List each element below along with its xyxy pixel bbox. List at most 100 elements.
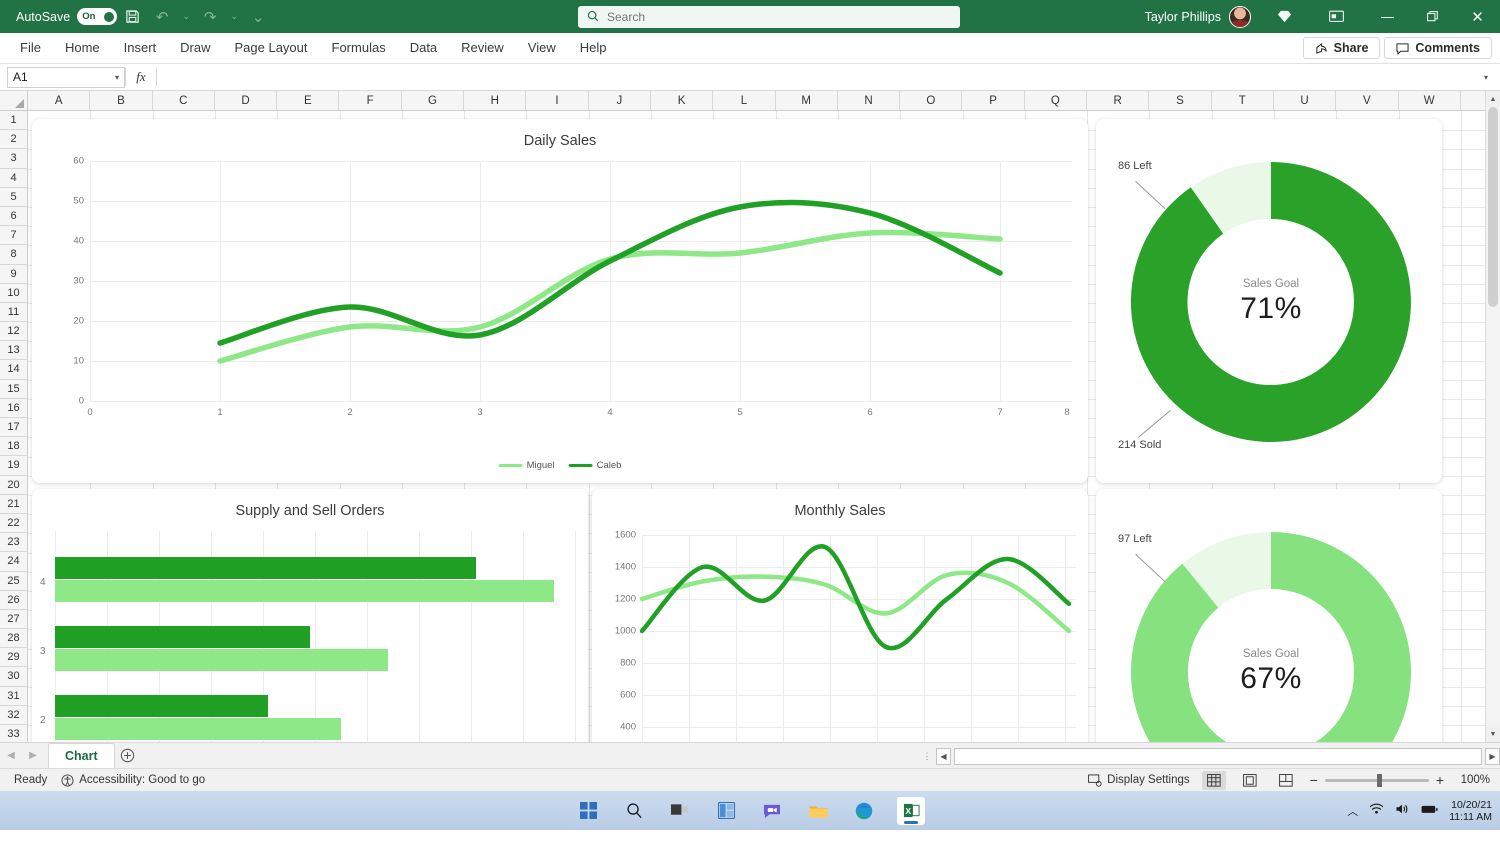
bar-sell-3[interactable]: [55, 649, 388, 671]
bar-sell-4[interactable]: [55, 580, 554, 602]
battery-icon[interactable]: [1421, 804, 1438, 818]
row-header-19[interactable]: 19: [0, 456, 27, 476]
column-header-v[interactable]: V: [1336, 91, 1399, 110]
column-header-i[interactable]: I: [526, 91, 589, 110]
sheet-tab-chart[interactable]: Chart: [48, 743, 115, 768]
ribbon-display-options-icon[interactable]: [1321, 2, 1351, 32]
row-header-9[interactable]: 9: [0, 264, 27, 284]
split-handle[interactable]: ⋮: [921, 751, 933, 760]
row-header-32[interactable]: 32: [0, 705, 27, 725]
row-header-23[interactable]: 23: [0, 533, 27, 553]
column-header-w[interactable]: W: [1398, 91, 1461, 110]
row-header-22[interactable]: 22: [0, 513, 27, 534]
row-header-11[interactable]: 11: [0, 302, 27, 323]
bar-supply-4[interactable]: [55, 557, 476, 579]
tab-view[interactable]: View: [517, 35, 567, 61]
name-box[interactable]: A1 ▾: [7, 66, 125, 88]
row-header-16[interactable]: 16: [0, 398, 27, 418]
show-hidden-icons-icon[interactable]: ︿: [1347, 803, 1358, 819]
page-break-view-icon[interactable]: [1274, 771, 1298, 790]
widgets-icon[interactable]: [713, 798, 739, 824]
column-header-c[interactable]: C: [152, 91, 215, 110]
search-icon[interactable]: [621, 798, 647, 824]
scroll-down-icon[interactable]: ▼: [1486, 726, 1500, 742]
autosave-toggle[interactable]: On: [77, 8, 118, 25]
legend-item-miguel[interactable]: Miguel: [498, 460, 555, 471]
add-sheet-icon[interactable]: [115, 748, 141, 763]
chart-card-sales-goal-1[interactable]: Sales Goal 71% 86 Left 214 Sold: [1096, 119, 1442, 483]
zoom-slider[interactable]: − +: [1310, 772, 1444, 788]
tab-page-layout[interactable]: Page Layout: [224, 35, 319, 61]
avatar[interactable]: [1229, 5, 1251, 28]
chevron-left-icon[interactable]: ◀: [0, 750, 22, 761]
row-header-20[interactable]: 20: [0, 475, 27, 495]
formula-input[interactable]: [157, 66, 1475, 88]
zoom-level[interactable]: 100%: [1456, 774, 1490, 786]
tab-data[interactable]: Data: [399, 35, 448, 61]
scrollbar-thumb[interactable]: [1488, 107, 1498, 307]
row-header-18[interactable]: 18: [0, 437, 27, 457]
row-header-2[interactable]: 2: [0, 130, 27, 150]
tab-home[interactable]: Home: [54, 35, 111, 61]
zoom-thumb[interactable]: [1376, 773, 1382, 787]
excel-icon[interactable]: X: [897, 796, 925, 825]
redo-icon[interactable]: ↷: [195, 2, 225, 32]
row-header-1[interactable]: 1: [0, 111, 27, 131]
diamond-icon[interactable]: [1269, 2, 1299, 32]
redo-dropdown-icon[interactable]: ⌄: [225, 2, 243, 32]
wifi-icon[interactable]: [1369, 803, 1384, 818]
row-header-5[interactable]: 5: [0, 187, 27, 207]
tab-help[interactable]: Help: [569, 35, 618, 61]
chat-icon[interactable]: [759, 798, 785, 824]
row-header-15[interactable]: 15: [0, 379, 27, 399]
page-layout-view-icon[interactable]: [1238, 771, 1262, 790]
row-header-21[interactable]: 21: [0, 494, 27, 514]
insert-function-icon[interactable]: fx: [126, 69, 156, 85]
tab-file[interactable]: File: [9, 35, 52, 61]
row-header-13[interactable]: 13: [0, 341, 27, 361]
scroll-up-icon[interactable]: ▲: [1486, 91, 1500, 107]
column-header-e[interactable]: E: [277, 91, 340, 110]
start-icon[interactable]: [575, 798, 601, 824]
chart-card-daily-sales[interactable]: Daily Sales 60 50 40 30 20 10 0 0 1 2 3 …: [32, 119, 1088, 483]
select-all-corner[interactable]: [0, 91, 28, 110]
row-header-17[interactable]: 17: [0, 418, 27, 438]
row-header-4[interactable]: 4: [0, 168, 27, 188]
column-header-m[interactable]: M: [775, 91, 838, 110]
task-view-icon[interactable]: [667, 798, 693, 824]
tab-insert[interactable]: Insert: [113, 35, 168, 61]
zoom-out-button[interactable]: −: [1310, 772, 1318, 788]
undo-icon[interactable]: ↶: [147, 2, 177, 32]
row-header-10[interactable]: 10: [0, 283, 27, 303]
row-header-31[interactable]: 31: [0, 686, 27, 706]
row-header-28[interactable]: 28: [0, 629, 27, 649]
chevron-down-icon[interactable]: ▾: [115, 73, 119, 82]
column-header-h[interactable]: H: [464, 91, 527, 110]
edge-icon[interactable]: [851, 798, 877, 824]
accessibility-status[interactable]: Accessibility: Good to go: [61, 773, 205, 787]
column-header-r[interactable]: R: [1087, 91, 1150, 110]
tab-draw[interactable]: Draw: [169, 35, 221, 61]
row-header-7[interactable]: 7: [0, 226, 27, 246]
bar-sell-2[interactable]: [55, 718, 341, 740]
zoom-in-button[interactable]: +: [1436, 772, 1444, 788]
row-header-6[interactable]: 6: [0, 206, 27, 227]
save-icon[interactable]: [117, 2, 147, 32]
row-header-30[interactable]: 30: [0, 667, 27, 687]
restore-button[interactable]: [1410, 0, 1455, 33]
row-header-8[interactable]: 8: [0, 245, 27, 265]
vertical-scrollbar[interactable]: ▲ ▼: [1485, 91, 1500, 742]
file-explorer-icon[interactable]: [805, 798, 831, 824]
column-header-j[interactable]: J: [588, 91, 651, 110]
row-header-24[interactable]: 24: [0, 552, 27, 572]
column-header-t[interactable]: T: [1211, 91, 1274, 110]
bar-supply-3[interactable]: [55, 626, 310, 648]
column-header-q[interactable]: Q: [1024, 91, 1088, 110]
row-header-14[interactable]: 14: [0, 360, 27, 380]
column-header-k[interactable]: K: [650, 91, 714, 110]
autosave-control[interactable]: AutoSave On: [16, 8, 118, 25]
column-header-d[interactable]: D: [214, 91, 278, 110]
comments-button[interactable]: Comments: [1384, 37, 1492, 59]
tab-review[interactable]: Review: [450, 35, 515, 61]
chart-card-sales-goal-2[interactable]: Sales Goal 67% 97 Left: [1096, 489, 1442, 742]
